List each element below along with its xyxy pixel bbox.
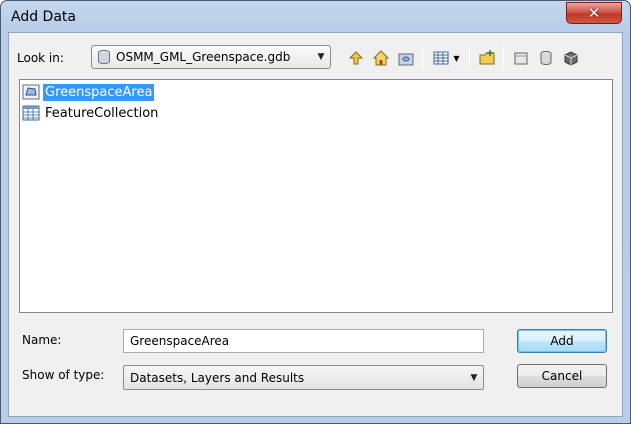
dialog-body: Look in: OSMM_GML_Greenspace.gdb ▼ ▼ Gre… [8,32,623,417]
view-list-icon [433,51,449,65]
title-bar[interactable]: Add Data ✕ [1,1,630,35]
look-in-value: OSMM_GML_Greenspace.gdb [116,50,291,64]
cancel-button[interactable]: Cancel [517,364,607,388]
list-item-greenspacearea[interactable]: GreenspaceArea [22,83,155,101]
look-in-label: Look in: [17,51,64,65]
new-toolbox-icon [540,51,551,65]
look-in-dropdown[interactable]: OSMM_GML_Greenspace.gdb ▼ [91,45,331,69]
new-geodatabase-icon [514,52,527,65]
toolbar-separator [422,47,423,69]
chevron-down-icon: ▼ [470,372,478,383]
show-of-type-dropdown[interactable]: Datasets, Layers and Results ▼ [123,365,484,390]
connect-database-button[interactable] [558,46,583,70]
connect-database-icon [564,51,577,66]
list-item-label: GreenspaceArea [43,83,155,101]
file-list[interactable]: GreenspaceArea FeatureCollection [19,79,613,313]
add-button[interactable]: Add [517,329,607,353]
home-icon [372,50,389,66]
new-geodatabase-button[interactable] [508,46,533,70]
up-one-level-icon [348,51,363,65]
list-item-label: FeatureCollection [45,105,159,121]
name-input[interactable] [123,329,484,353]
close-button[interactable]: ✕ [566,2,622,24]
geodatabase-icon [98,50,110,64]
home-button[interactable] [368,46,393,70]
add-data-dialog: Add Data ✕ Look in: OSMM_GML_Greenspace.… [0,0,631,424]
new-folder-button[interactable] [474,46,499,70]
name-label: Name: [22,333,62,347]
polygon-feature-class-icon [22,84,40,100]
table-icon [22,105,40,121]
toolbar-separator [469,47,470,69]
show-of-type-value: Datasets, Layers and Results [130,370,305,385]
close-icon: ✕ [587,4,601,22]
connect-folder-button[interactable] [393,46,418,70]
chevron-down-icon: ▼ [317,52,325,62]
chevron-down-icon: ▼ [453,53,460,63]
view-options-button[interactable]: ▼ [427,46,465,70]
toolbar-separator [503,47,504,69]
dialog-title: Add Data [11,9,76,25]
navigation-toolbar: ▼ [343,45,583,71]
up-one-level-button[interactable] [343,46,368,70]
show-of-type-label: Show of type: [22,368,105,382]
new-toolbox-button[interactable] [533,46,558,70]
list-item-featurecollection[interactable]: FeatureCollection [22,104,160,122]
connect-folder-icon [398,53,413,66]
new-folder-icon [479,50,494,65]
